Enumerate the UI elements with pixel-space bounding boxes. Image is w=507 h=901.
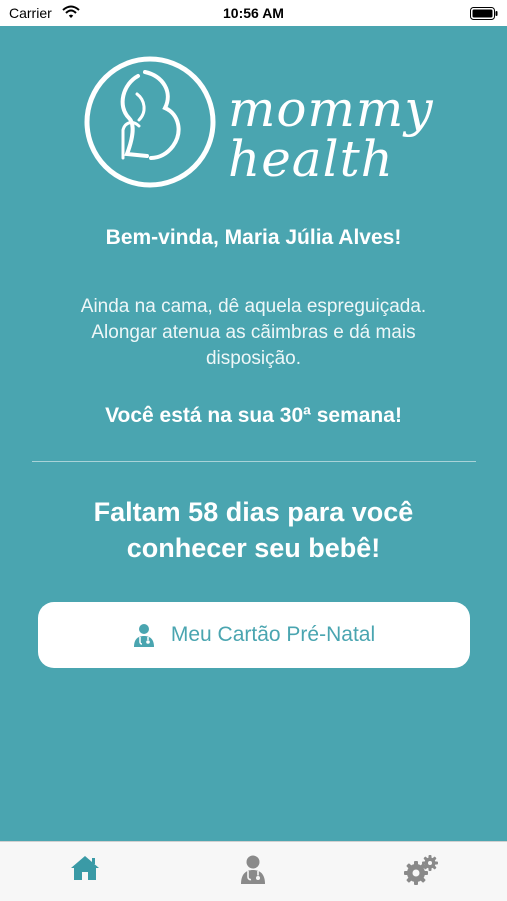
home-icon <box>69 854 101 890</box>
pregnant-woman-logo-icon <box>84 56 216 188</box>
tab-bar <box>0 841 507 901</box>
gears-icon <box>403 854 439 890</box>
welcome-message: Bem-vinda, Maria Júlia Alves! <box>105 226 402 249</box>
doctor-icon <box>133 623 155 647</box>
days-countdown: Faltam 58 dias para você conhecer seu be… <box>93 497 414 563</box>
logo-word-mommy: mommy <box>228 80 434 138</box>
battery-icon <box>470 7 498 25</box>
main-screen: mommy health Bem-vinda, Maria Júlia Alve… <box>0 26 507 841</box>
prenatal-card-button[interactable]: Meu Cartão Pré-Natal <box>38 602 470 668</box>
status-bar: Carrier 10:56 AM <box>0 0 507 26</box>
tab-home[interactable] <box>65 854 105 890</box>
status-time: 10:56 AM <box>223 5 284 21</box>
doctor-icon <box>240 854 266 890</box>
tab-settings[interactable] <box>401 854 441 890</box>
pregnancy-week: Você está na sua 30ª semana! <box>105 404 402 427</box>
divider <box>32 461 476 462</box>
tab-prenatal[interactable] <box>233 854 273 890</box>
prenatal-card-label: Meu Cartão Pré-Natal <box>170 623 376 646</box>
app-logo <box>83 54 223 199</box>
logo-word-health: health <box>228 130 394 188</box>
daily-tip: Ainda na cama, dê aquela espreguiçada. A… <box>80 296 427 369</box>
